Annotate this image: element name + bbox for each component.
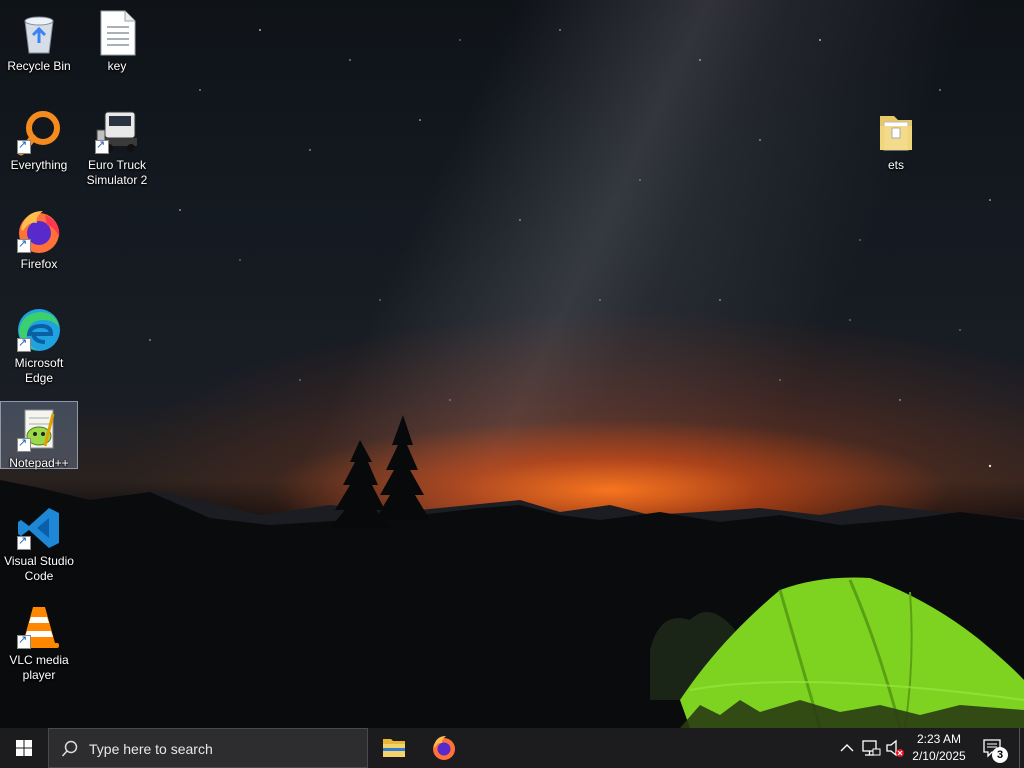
desktop-icon-everything[interactable]: Everything: [1, 104, 77, 176]
network-icon: [862, 740, 881, 756]
taskbar-file-explorer[interactable]: [370, 728, 418, 768]
desktop-icon-euro-truck-simulator-2[interactable]: Euro Truck Simulator 2: [79, 104, 155, 190]
network-status[interactable]: [860, 728, 882, 768]
shortcut-arrow-icon: [17, 436, 31, 452]
shortcut-arrow-icon: [17, 237, 31, 253]
firefox-icon: [15, 207, 63, 255]
everything-search-icon: [15, 108, 63, 156]
shortcut-arrow-icon: [17, 534, 31, 550]
desktop-icon-microsoft-edge[interactable]: Microsoft Edge: [1, 302, 77, 388]
desktop-icon-label: Visual Studio Code: [4, 554, 74, 583]
desktop-icon-label: Recycle Bin: [7, 59, 71, 73]
desktop-icon-firefox[interactable]: Firefox: [1, 203, 77, 275]
notepad-plus-plus-icon: [15, 406, 63, 454]
stars: [99, 29, 992, 468]
shortcut-arrow-icon: [17, 138, 31, 154]
chevron-up-icon: [840, 744, 854, 752]
notification-count-badge: 3: [992, 747, 1008, 763]
volume-muted-icon: [886, 739, 904, 757]
desktop-icon-label: Everything: [10, 158, 68, 172]
taskbar-clock[interactable]: 2:23 AM 2/10/2025: [904, 731, 974, 765]
volume-control[interactable]: [884, 728, 906, 768]
desktop-icon-label: Firefox: [20, 257, 58, 271]
taskbar-search-box[interactable]: Type here to search: [48, 728, 368, 768]
firefox-icon: [433, 736, 455, 760]
edge-icon: [15, 306, 63, 354]
action-center-button[interactable]: 3: [978, 728, 1008, 768]
text-file-icon: [93, 9, 141, 57]
show-hidden-icons-button[interactable]: [838, 728, 856, 768]
recycle-bin-icon: [15, 9, 63, 57]
shortcut-arrow-icon: [17, 336, 31, 352]
clock-date: 2/10/2025: [912, 749, 966, 763]
shortcut-arrow-icon: [95, 138, 109, 154]
start-button[interactable]: [0, 728, 48, 768]
folder-icon: [872, 108, 920, 156]
desktop-icon-label: Euro Truck Simulator 2: [86, 158, 148, 187]
desktop-icon-vlc-media-player[interactable]: VLC media player: [1, 599, 77, 685]
taskbar: Type here to search 2:23 AM 2/10/2025 3: [0, 728, 1024, 768]
desktop-icon-ets[interactable]: ets: [858, 104, 934, 176]
shortcut-arrow-icon: [17, 633, 31, 649]
desktop-icon-label: key: [107, 59, 127, 73]
search-icon: [61, 740, 78, 757]
desktop-icon-label: VLC media player: [9, 653, 69, 682]
desktop-icon-label: Notepad++: [9, 456, 69, 470]
desktop-icon-label: ets: [887, 158, 904, 172]
truck-icon: [93, 108, 141, 156]
desktop-icon-key[interactable]: key: [79, 5, 155, 77]
desktop-icon-label: Microsoft Edge: [14, 356, 64, 385]
show-desktop-button[interactable]: [1019, 728, 1024, 768]
clock-time: 2:23 AM: [916, 732, 962, 746]
search-placeholder: Type here to search: [89, 741, 213, 757]
vscode-icon: [15, 504, 63, 552]
desktop-icon-recycle-bin[interactable]: Recycle Bin: [1, 5, 77, 77]
vlc-icon: [15, 603, 63, 651]
file-explorer-icon: [383, 739, 405, 757]
desktop-icon-notepad-plus-plus[interactable]: Notepad++: [0, 401, 78, 470]
taskbar-firefox[interactable]: [420, 728, 468, 768]
desktop-icon-visual-studio-code[interactable]: Visual Studio Code: [1, 500, 77, 586]
windows-logo-icon: [16, 740, 32, 756]
